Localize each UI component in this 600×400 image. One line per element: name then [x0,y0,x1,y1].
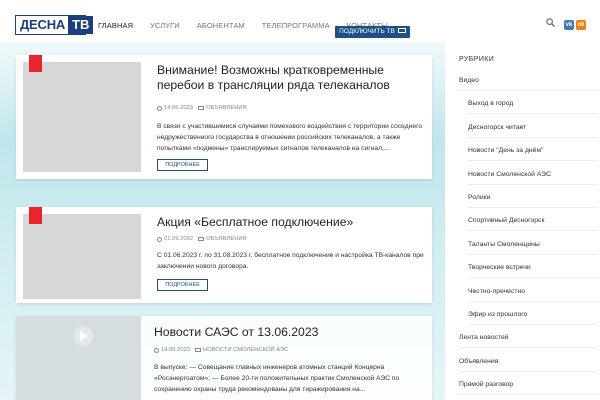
post-card: Акция «Бесплатное подключение» 01.09.202… [16,207,432,303]
sidebar-category-item[interactable]: Новости "День за днём" [468,140,597,162]
connect-tv-label: ПОДКЛЮЧИТЬ ТВ [339,28,395,35]
search-icon[interactable] [546,18,555,27]
post-excerpt: В связи с участившимися случаями помехов… [157,123,423,152]
post-meta: 14.06.2023 НОВОСТИ СМОЛЕНСКОЙ АЭС [154,347,288,353]
post-excerpt: В выпуске: — Совещание главных инженеров… [154,364,400,393]
bookmark-flag-icon [29,207,42,224]
clock-icon [154,347,159,353]
sidebar-category-item[interactable]: Новости Смоленской АЭС [468,164,597,185]
nav-item-subscribers[interactable]: АБОНЕНТАМ [197,21,245,30]
post-date: 14.06.2023 [164,105,194,111]
nav-item-services[interactable]: УСЛУГИ [150,21,180,30]
post-title[interactable]: Внимание! Возможны кратковременные переб… [157,63,427,93]
logo-text-desna: ДЕСНА [16,16,69,34]
post-meta: 01.09.2022 ОБЪЯВЛЕНИЯ [157,236,247,242]
tv-icon [397,28,406,33]
post-thumbnail[interactable] [23,62,141,172]
sidebar-category-item[interactable]: Лента новостей [459,327,597,349]
post-thumbnail[interactable] [23,214,141,299]
post-excerpt: С 01.06.2023 г. по 31.08.2023 г. бесплат… [157,252,424,270]
post-card: Новости САЭС от 13.06.2023 14.06.2023 НО… [16,316,432,400]
site-header: ДЕСНА ТВ ГЛАВНАЯ УСЛУГИ АБОНЕНТАМ ТЕЛЕПР… [0,0,600,42]
read-more-button[interactable]: ПОДРОБНЕЕ [157,159,208,171]
post-date: 01.09.2022 [164,236,194,242]
sidebar-category-item[interactable]: Таланты Смоленщины [468,234,597,255]
sidebar-category-item[interactable]: Творческие встречи [468,257,597,279]
read-more-button[interactable]: ПОДРОБНЕЕ [157,279,208,291]
post-title[interactable]: Новости САЭС от 13.06.2023 [154,325,424,340]
post-date: 14.06.2023 [161,347,191,353]
clock-icon [157,105,162,111]
sidebar-category-item[interactable]: Объявления [459,351,597,372]
ok-icon[interactable]: ok [576,20,586,30]
post-card: Внимание! Возможны кратковременные переб… [16,55,432,179]
sidebar-category-item[interactable]: Видео [459,70,597,91]
nav-item-home[interactable]: ГЛАВНАЯ [98,21,133,30]
bookmark-flag-icon [29,55,42,72]
vk-icon[interactable]: vk [564,20,574,30]
post-list: Внимание! Возможны кратковременные переб… [0,42,445,400]
folder-icon [198,106,205,110]
post-category[interactable]: ОБЪЯВЛЕНИЯ [206,105,247,111]
sidebar-category-item[interactable]: Честно-пречестно [468,281,597,302]
connect-tv-button[interactable]: ПОДКЛЮЧИТЬ ТВ [335,26,410,38]
sidebar: РУБРИКИ Видео Выход в город Десногорск чит… [445,42,600,400]
folder-icon [195,348,202,352]
post-title[interactable]: Акция «Бесплатное подключение» [157,215,427,230]
sidebar-category-item[interactable]: Прямой разговор [459,374,597,396]
logo-text-tv: ТВ [68,16,94,34]
sidebar-category-item[interactable]: Десногорск читает [468,117,597,138]
sidebar-category-item[interactable]: Ролики [468,187,597,208]
clock-icon [157,236,162,242]
sidebar-category-item[interactable]: Эфир из прошлого [468,304,597,325]
site-logo[interactable]: ДЕСНА ТВ [15,15,94,35]
post-meta: 14.06.2023 ОБЪЯВЛЕНИЯ [157,105,247,111]
sidebar-category-item[interactable]: Спортивный Десногорск [468,210,597,232]
nav-item-tv-guide[interactable]: ТЕЛЕПРОГРАММА [262,21,330,30]
sidebar-heading: РУБРИКИ [459,56,495,63]
post-category[interactable]: НОВОСТИ СМОЛЕНСКОЙ АЭС [203,347,288,353]
post-category[interactable]: ОБЪЯВЛЕНИЯ [206,236,247,242]
play-icon[interactable] [71,324,95,348]
sidebar-category-item[interactable]: Выход в город [468,93,597,115]
folder-icon [198,237,205,241]
